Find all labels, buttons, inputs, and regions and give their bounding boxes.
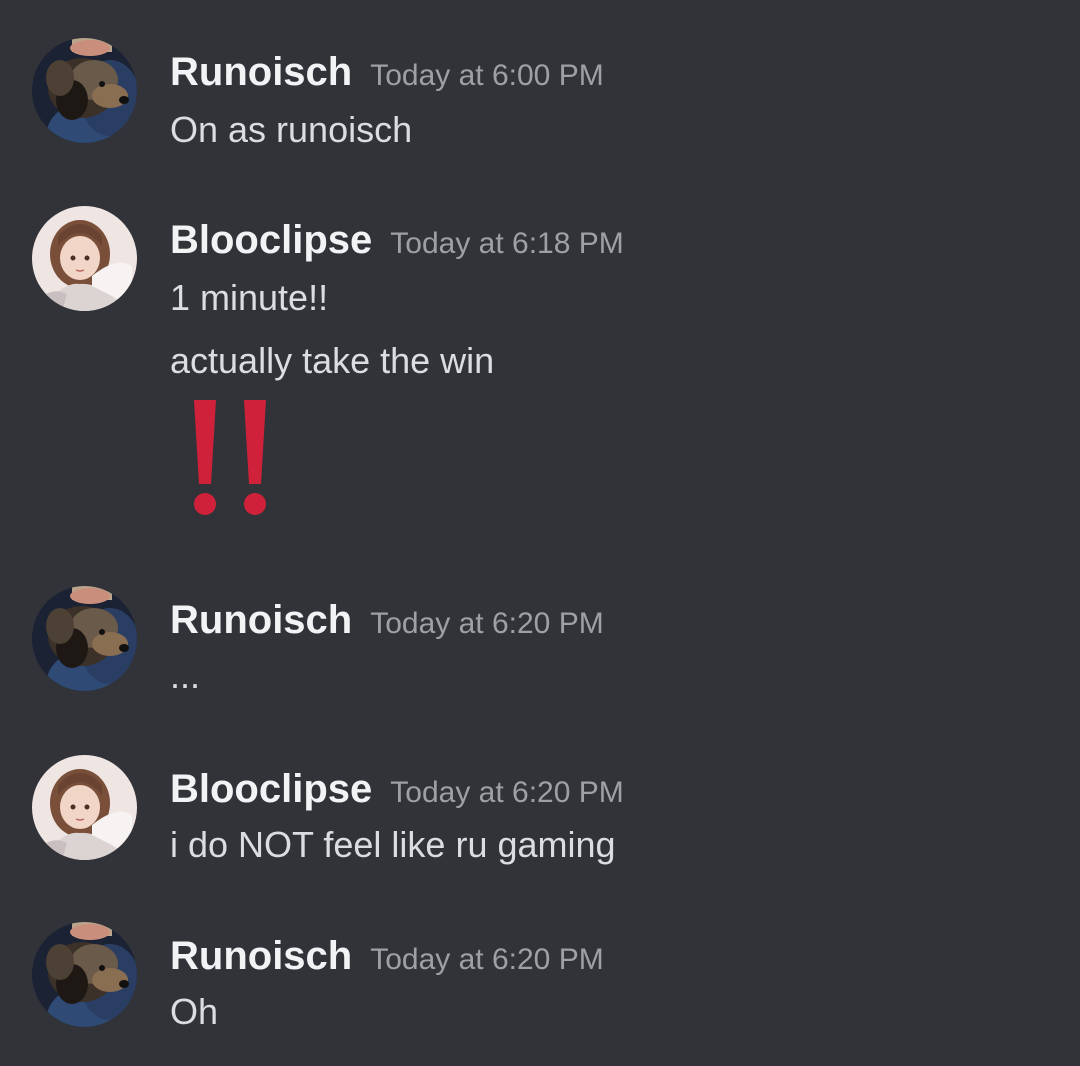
chat-message-list: Runoisch Today at 6:00 PM On as runoisch …	[0, 0, 1080, 1066]
message-header: Blooclipse Today at 6:20 PM	[170, 769, 624, 809]
message-text: Oh	[170, 991, 219, 1032]
timestamp: Today at 6:18 PM	[390, 227, 624, 260]
message-header: Blooclipse Today at 6:18 PM	[170, 220, 624, 260]
dog-avatar-icon[interactable]	[32, 586, 137, 691]
timestamp: Today at 6:20 PM	[390, 776, 624, 809]
anime-girl-avatar-icon[interactable]	[32, 755, 137, 860]
timestamp: Today at 6:20 PM	[370, 607, 604, 640]
anime-girl-avatar-icon[interactable]	[32, 206, 137, 311]
message-text: ...	[170, 655, 201, 696]
username[interactable]: Runoisch	[170, 598, 352, 642]
double-exclamation-emoji	[190, 400, 274, 521]
username[interactable]: Runoisch	[170, 934, 352, 978]
message-header: Runoisch Today at 6:20 PM	[170, 936, 604, 976]
timestamp: Today at 6:20 PM	[370, 943, 604, 976]
message-text: On as runoisch	[170, 109, 413, 150]
username[interactable]: Blooclipse	[170, 767, 372, 811]
username[interactable]: Runoisch	[170, 50, 352, 94]
message-header: Runoisch Today at 6:00 PM	[170, 52, 604, 92]
dog-avatar-icon[interactable]	[32, 38, 137, 143]
message-text: i do NOT feel like ru gaming	[170, 824, 616, 865]
timestamp: Today at 6:00 PM	[370, 59, 604, 92]
dog-avatar-icon[interactable]	[32, 922, 137, 1027]
username[interactable]: Blooclipse	[170, 218, 372, 262]
message-text: 1 minute!!	[170, 277, 329, 318]
message-text: actually take the win	[170, 340, 495, 381]
message-header: Runoisch Today at 6:20 PM	[170, 600, 604, 640]
